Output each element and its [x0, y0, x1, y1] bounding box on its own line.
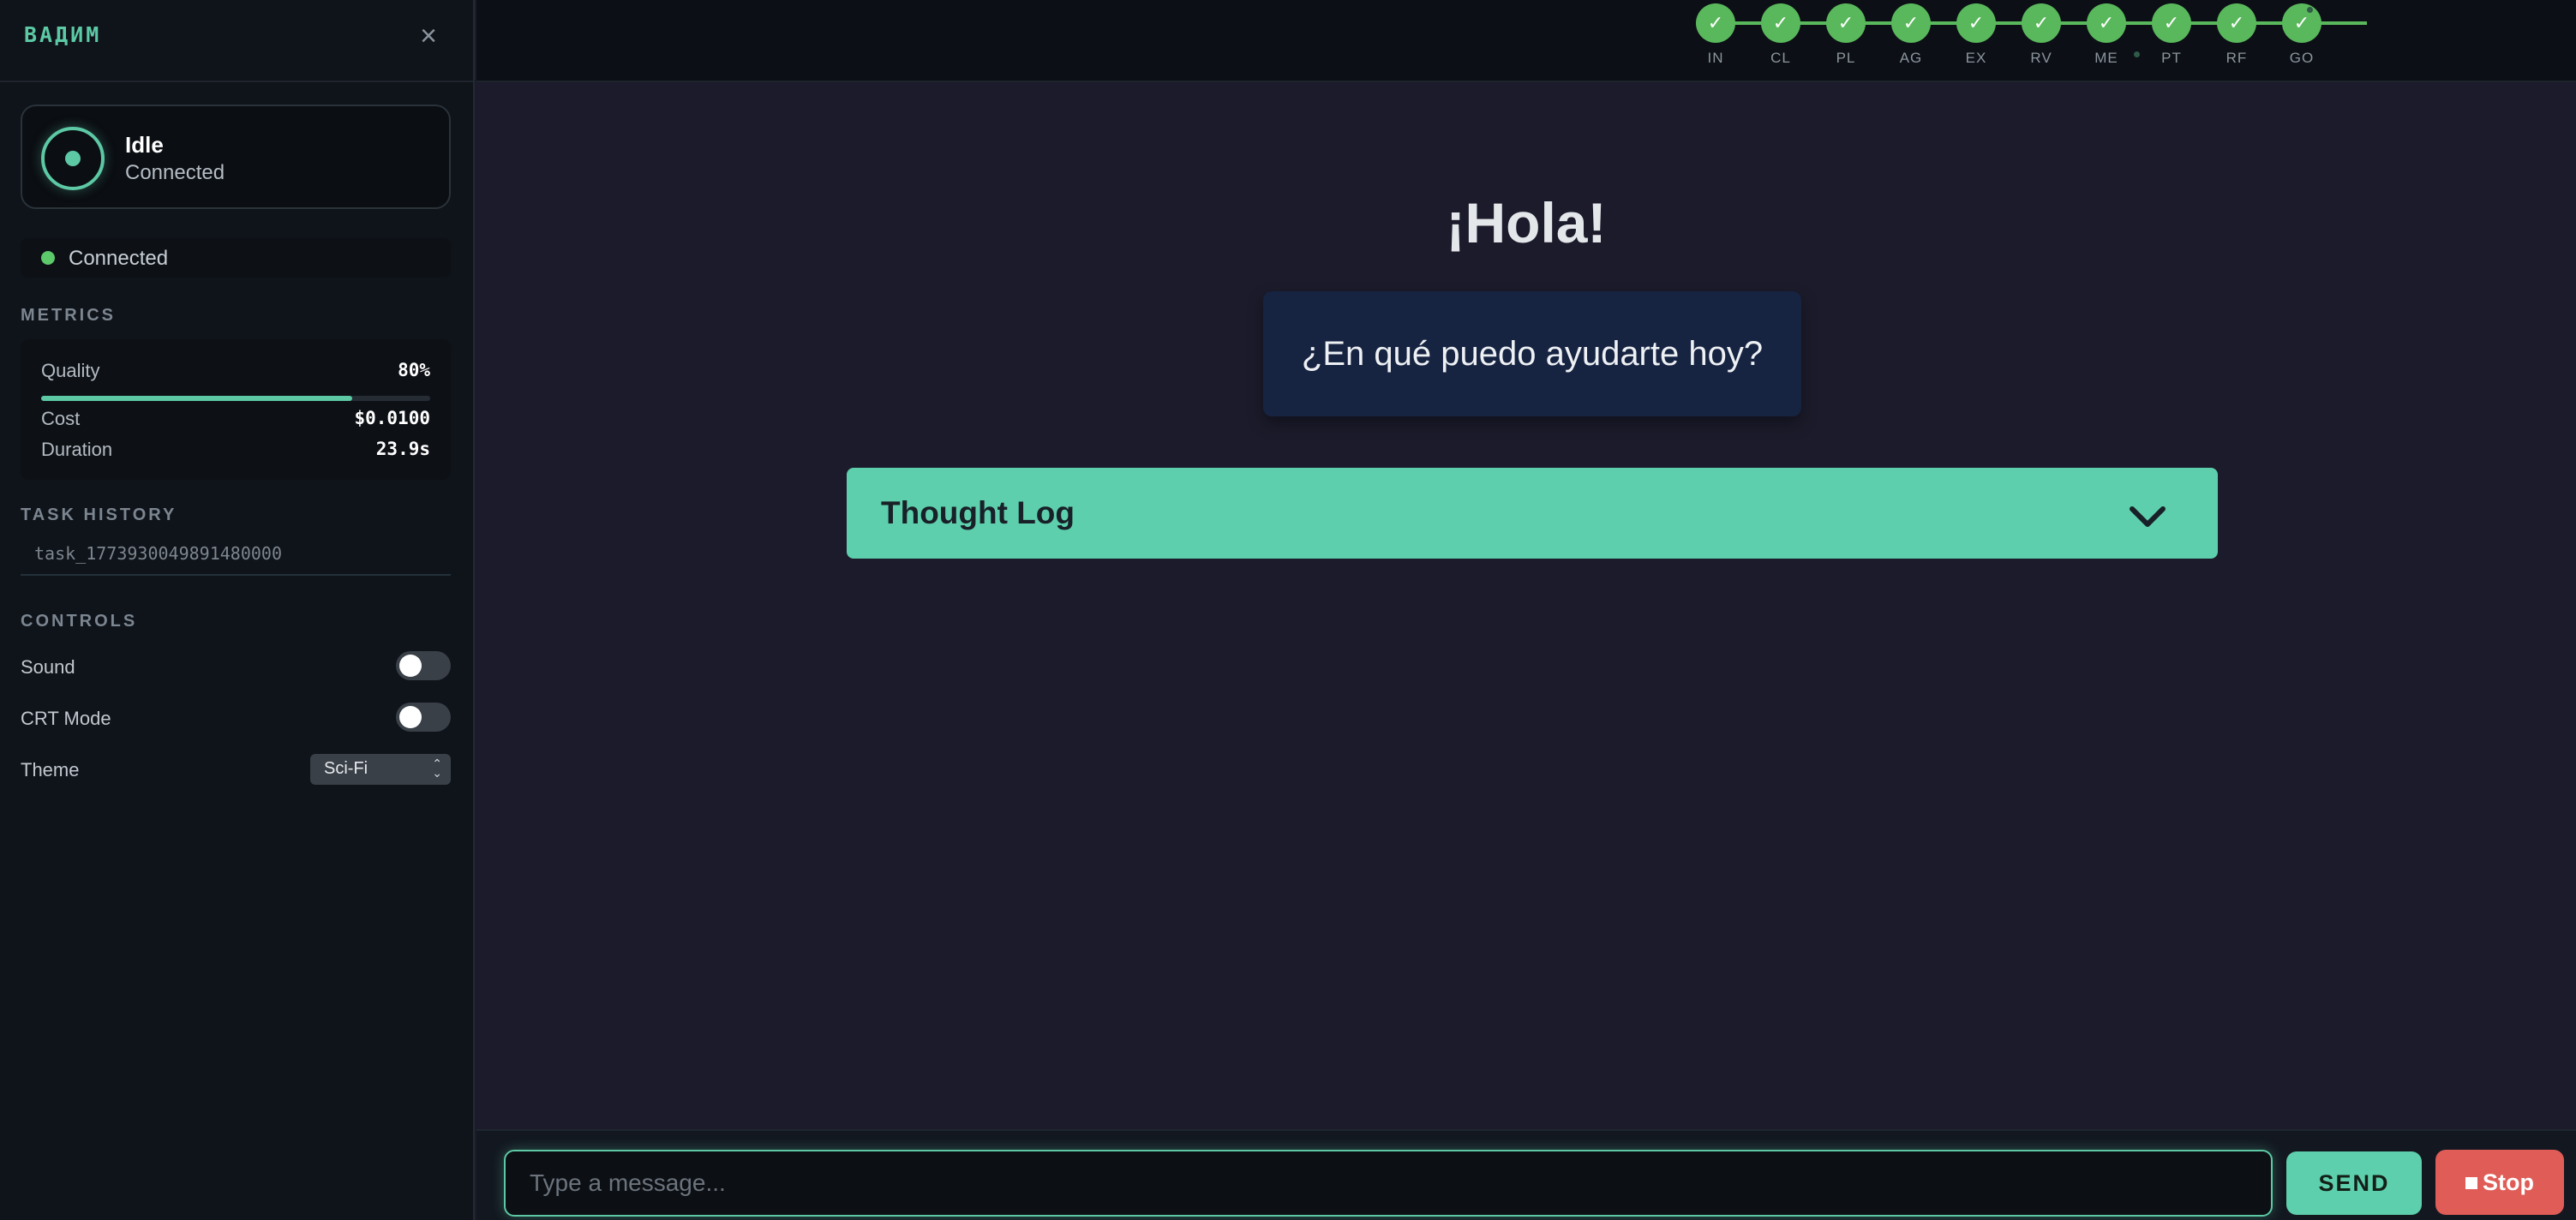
- metrics-heading: METRICS: [21, 306, 116, 325]
- theme-select[interactable]: Sci-Fi ⌃ ⌄: [310, 754, 451, 785]
- step-label: ME: [2094, 50, 2118, 66]
- controls-heading: CONTROLS: [21, 612, 138, 631]
- quality-progress-bar: [41, 396, 430, 401]
- select-arrows-icon: ⌃ ⌄: [432, 757, 442, 780]
- step-label: RF: [2226, 50, 2248, 66]
- crt-mode-label: CRT Mode: [21, 708, 111, 729]
- check-icon: ✓: [1956, 3, 1996, 43]
- pipeline-step-pt: ✓ PT: [2152, 3, 2191, 67]
- step-label: IN: [1707, 50, 1724, 66]
- pipeline-step-in: ✓ IN: [1696, 3, 1735, 67]
- pipeline-step-rv: ✓ RV: [2022, 3, 2061, 67]
- theme-select-value: Sci-Fi: [324, 759, 368, 778]
- stop-button[interactable]: Stop: [2435, 1150, 2564, 1215]
- pipeline-step-me: ✓ ME: [2087, 3, 2126, 67]
- app-root: ВАДИМ × Idle Connected Connected METRICS…: [0, 0, 2576, 1220]
- send-button[interactable]: SEND: [2286, 1151, 2422, 1215]
- crt-mode-toggle[interactable]: [396, 703, 451, 732]
- sidebar-header: ВАДИМ ×: [0, 0, 473, 82]
- message-input[interactable]: [504, 1150, 2273, 1217]
- step-label: PL: [1836, 50, 1856, 66]
- pipeline-step-ag: ✓ AG: [1891, 3, 1931, 67]
- sidebar: ВАДИМ × Idle Connected Connected METRICS…: [0, 0, 475, 1220]
- step-label: PT: [2161, 50, 2182, 66]
- check-icon: ✓: [1696, 3, 1735, 43]
- check-icon: ✓: [2217, 3, 2256, 43]
- step-label: CL: [1770, 50, 1791, 66]
- step-label: RV: [2030, 50, 2052, 66]
- step-label: EX: [1965, 50, 1987, 66]
- greeting-title: ¡Hola!: [1446, 191, 1607, 254]
- agent-status-card: Idle Connected: [21, 105, 451, 209]
- check-icon: ✓: [2022, 3, 2061, 43]
- status-dot: [65, 151, 81, 166]
- pipeline-bar: ✓ IN ✓ CL ✓ PL ✓ AG ✓ EX ✓ RV ✓ ME ✓ PT …: [476, 0, 2576, 82]
- pipeline-steps: ✓ IN ✓ CL ✓ PL ✓ AG ✓ EX ✓ RV ✓ ME ✓ PT …: [1696, 0, 2367, 82]
- cost-value: $0.0100: [354, 408, 430, 428]
- stop-square-icon: [2465, 1176, 2477, 1189]
- metrics-panel: Quality 80% Cost $0.0100 Duration 23.9s: [21, 339, 451, 480]
- pipeline-step-cl: ✓ CL: [1761, 3, 1800, 67]
- connection-indicator: Connected: [21, 238, 451, 278]
- task-history-item[interactable]: task_1773930049891480000: [21, 536, 451, 576]
- greeting-subtitle-bubble: ¿En qué puedo ayudarte hoy?: [1263, 291, 1801, 416]
- quality-value: 80%: [398, 360, 430, 380]
- connection-label: Connected: [69, 247, 169, 270]
- pipeline-step-go: ✓ GO: [2282, 3, 2321, 67]
- pipeline-step-rf: ✓ RF: [2217, 3, 2256, 67]
- connection-dot-icon: [41, 251, 55, 265]
- pipeline-step-ex: ✓ EX: [1956, 3, 1996, 67]
- toggle-knob: [399, 655, 422, 677]
- status-title: Idle: [125, 132, 164, 158]
- duration-value: 23.9s: [375, 439, 430, 459]
- indicator-dot: [2134, 51, 2140, 57]
- quality-progress-fill: [41, 396, 353, 401]
- step-label: GO: [2289, 50, 2315, 66]
- status-ring-icon: [41, 127, 105, 190]
- check-icon: ✓: [1761, 3, 1800, 43]
- composer-bar: SEND Stop: [476, 1129, 2576, 1220]
- check-icon: ✓: [2087, 3, 2126, 43]
- status-dot-icon: [2307, 7, 2313, 13]
- brand-title: ВАДИМ: [24, 22, 102, 47]
- check-icon: ✓: [1826, 3, 1866, 43]
- task-history-heading: TASK HISTORY: [21, 505, 177, 524]
- pipeline-step-pl: ✓ PL: [1826, 3, 1866, 67]
- status-subtitle: Connected: [125, 161, 225, 184]
- thought-log-title: Thought Log: [881, 495, 1075, 530]
- check-icon: ✓: [1891, 3, 1931, 43]
- step-label: AG: [1899, 50, 1923, 66]
- sound-toggle[interactable]: [396, 651, 451, 680]
- duration-label: Duration: [41, 439, 113, 460]
- check-icon: ✓: [2152, 3, 2191, 43]
- quality-label: Quality: [41, 360, 100, 381]
- cost-label: Cost: [41, 408, 81, 429]
- check-icon: ✓: [2282, 3, 2321, 43]
- sound-label: Sound: [21, 656, 75, 678]
- theme-label: Theme: [21, 759, 80, 780]
- close-sidebar-button[interactable]: ×: [415, 19, 442, 53]
- stop-label: Stop: [2483, 1169, 2534, 1195]
- toggle-knob: [399, 706, 422, 728]
- thought-log-toggle[interactable]: Thought Log: [847, 468, 2218, 559]
- chevron-down-icon: [2130, 506, 2166, 527]
